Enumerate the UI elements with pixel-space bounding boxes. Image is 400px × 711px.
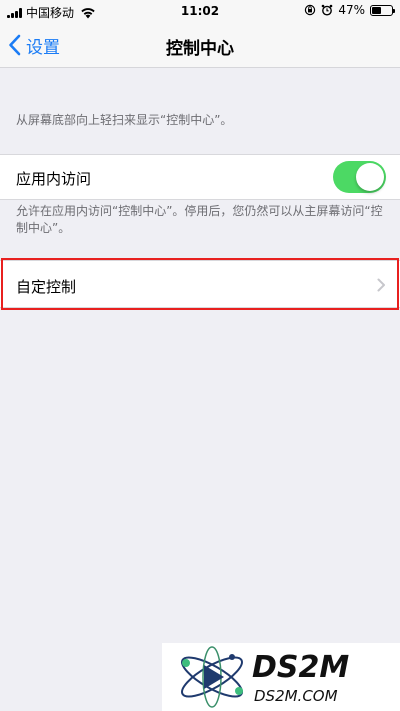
customize-controls-label: 自定控制 <box>16 278 77 296</box>
svg-text:DS2M: DS2M <box>252 650 349 685</box>
battery-icon <box>370 4 395 16</box>
customize-controls-row[interactable]: 自定控制 <box>0 260 400 308</box>
chevron-right-icon <box>377 278 385 292</box>
alarm-icon <box>322 4 333 16</box>
toggle-knob <box>356 163 384 191</box>
svg-text:DS2M.COM: DS2M.COM <box>254 687 338 705</box>
status-bar: 中国移动 11:02 47% <box>0 0 400 22</box>
atom-icon <box>181 646 243 708</box>
page-title: 控制中心 <box>166 39 234 59</box>
access-in-apps-toggle[interactable] <box>333 161 386 193</box>
access-in-apps-label: 应用内访问 <box>16 170 92 188</box>
intro-description: 从屏幕底部向上轻扫来显示“控制中心”。 <box>16 113 233 127</box>
battery-percent: 47% <box>338 3 365 17</box>
navigation-bar: 设置 控制中心 <box>0 22 400 68</box>
status-right: 47% <box>304 3 395 17</box>
access-description: 允许在应用内访问“控制中心”。停用后，您仍然可以从主屏幕访问“控制中心”。 <box>16 204 383 235</box>
watermark-logo: DS2M DS2M.COM <box>181 646 349 708</box>
watermark: DS2M DS2M.COM <box>162 643 400 711</box>
access-in-apps-row: 应用内访问 <box>0 154 400 200</box>
orientation-lock-icon <box>305 4 316 16</box>
